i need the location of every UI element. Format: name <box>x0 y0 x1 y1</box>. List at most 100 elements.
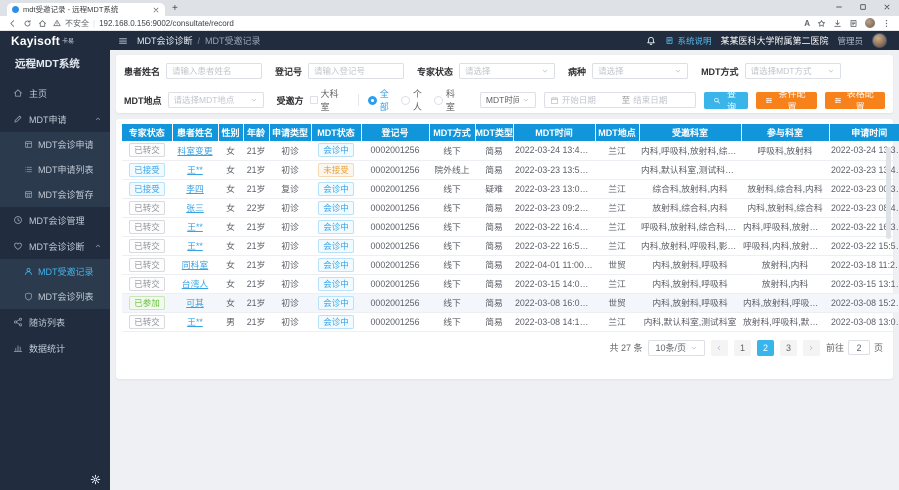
app-logo[interactable]: Kayisoft 卡易 <box>0 34 110 48</box>
sidebar-subitem-1-1[interactable]: MDT申请列表 <box>0 157 110 182</box>
page-size-select[interactable]: 10条/页 <box>648 340 705 356</box>
page-button-2[interactable]: 2 <box>757 340 774 356</box>
window-close-button[interactable] <box>875 0 899 14</box>
browser-tab[interactable]: mdt受邀记录 - 远程MDT系统 <box>7 3 165 16</box>
column-header: 受邀科室 <box>639 124 741 141</box>
tab-close-icon[interactable] <box>152 6 160 14</box>
goto-label: 前往 <box>826 341 844 354</box>
radio-dept[interactable]: 科室 <box>434 87 458 113</box>
reload-icon[interactable] <box>23 19 32 28</box>
sidebar-subitem-3-1[interactable]: MDT会诊列表 <box>0 284 110 309</box>
patient-name-link[interactable]: 王** <box>187 241 203 251</box>
expert-status-select[interactable]: 请选择 <box>459 63 555 79</box>
address-bar[interactable]: 不安全 | 192.168.0.156:9002/consultate/reco… <box>53 18 798 29</box>
sidebar-item-0[interactable]: 主页 <box>0 80 110 106</box>
system-help-label: 系统说明 <box>677 35 711 47</box>
chevron-down-icon <box>541 67 549 75</box>
settings-gear-icon[interactable] <box>90 474 101 485</box>
pagination: 共 27 条 10条/页 123 前往 页 <box>122 340 887 356</box>
patient-name-link[interactable]: 张三 <box>186 203 204 213</box>
table-row: 已转交王**女21岁初诊会诊中0002001256线下简易2022-03-22 … <box>122 236 899 255</box>
expert-status-label: 专家状态 <box>417 65 453 78</box>
sidebar-item-4[interactable]: 随访列表 <box>0 309 110 335</box>
chevron-down-icon <box>250 96 258 104</box>
sidebar-item-label: 随访列表 <box>29 316 65 329</box>
expert-status-tag: 已参加 <box>129 296 165 310</box>
tab-favicon-icon <box>12 6 19 13</box>
browser-profile-avatar[interactable] <box>865 18 875 28</box>
patient-name-link[interactable]: 王** <box>187 165 203 175</box>
mdt-mode-select[interactable]: 请选择MDT方式 <box>745 63 841 79</box>
insecure-warning-icon <box>53 19 61 27</box>
reading-list-icon[interactable] <box>849 19 858 28</box>
user-avatar[interactable] <box>872 33 887 48</box>
url-divider: | <box>93 19 95 28</box>
search-button[interactable]: 查询 <box>704 92 748 109</box>
goto-page-input[interactable] <box>848 340 870 355</box>
tab-title: mdt受邀记录 - 远程MDT系统 <box>23 4 148 15</box>
sliders-icon <box>765 96 773 105</box>
time-type-select[interactable]: MDT时间 <box>480 92 536 108</box>
page-button-1[interactable]: 1 <box>734 340 751 356</box>
total-count: 共 27 条 <box>609 341 642 354</box>
patient-name-link[interactable]: 台湾人 <box>182 279 208 289</box>
condition-config-button[interactable]: 条件配置 <box>756 92 816 109</box>
mdt-place-select[interactable]: 请选择MDT地点 <box>168 92 264 108</box>
page-button-3[interactable]: 3 <box>780 340 797 356</box>
patient-name-link[interactable]: 科室变更 <box>177 146 212 156</box>
download-icon[interactable] <box>833 19 842 28</box>
chevron-down-icon <box>522 96 530 104</box>
favorite-star-icon[interactable] <box>817 19 826 28</box>
column-header: 性别 <box>218 124 243 141</box>
radio-all[interactable]: 全部 <box>368 87 392 113</box>
next-page-button[interactable] <box>803 340 820 356</box>
url-text: 192.168.0.156:9002/consultate/record <box>99 19 234 28</box>
patient-name-link[interactable]: 可其 <box>186 298 204 308</box>
date-range-input[interactable]: 开始日期 至 结束日期 <box>544 92 696 108</box>
sidebar-item-label: MDT会诊诊断 <box>29 240 85 253</box>
patient-name-link[interactable]: 王** <box>187 222 203 232</box>
patient-name-link[interactable]: 王** <box>187 317 203 327</box>
prev-page-button[interactable] <box>711 340 728 356</box>
sidebar: 远程MDT系统 主页MDT申请MDT会诊申请MDT申请列表MDT会诊暂存MDT会… <box>0 50 110 490</box>
browser-tab-strip: mdt受邀记录 - 远程MDT系统 + <box>0 0 899 16</box>
text-zoom-icon[interactable]: A <box>804 19 810 28</box>
browser-home-icon[interactable] <box>38 19 47 28</box>
mdt-status-tag: 会诊中 <box>318 315 354 329</box>
mdt-status-tag: 会诊中 <box>318 277 354 291</box>
radio-personal[interactable]: 个人 <box>401 87 425 113</box>
sidebar-item-3[interactable]: MDT会诊诊断 <box>0 233 110 259</box>
browser-menu-icon[interactable] <box>882 19 891 28</box>
back-icon[interactable] <box>8 19 17 28</box>
window-maximize-button[interactable] <box>851 0 875 14</box>
sidebar-subitem-1-2[interactable]: MDT会诊暂存 <box>0 182 110 207</box>
table-row: 已转交科室变更女21岁初诊会诊中0002001256线下简易2022-03-24… <box>122 141 899 160</box>
big-dept-checkbox[interactable]: 大科室 <box>310 87 340 113</box>
sidebar-item-1[interactable]: MDT申请 <box>0 106 110 132</box>
table-config-button[interactable]: 表格配置 <box>825 92 885 109</box>
sidebar-collapse-icon[interactable] <box>118 36 128 46</box>
system-help-link[interactable]: 系统说明 <box>665 35 711 47</box>
sidebar-subitem-3-0[interactable]: MDT受邀记录 <box>0 259 110 284</box>
notifications-bell-icon[interactable] <box>646 36 656 46</box>
disease-select[interactable]: 请选择 <box>592 63 688 79</box>
system-title: 远程MDT系统 <box>0 50 110 80</box>
expert-status-tag: 已转交 <box>129 277 165 291</box>
patient-name-input[interactable]: 请输入患者姓名 <box>166 63 262 79</box>
chevron-down-icon <box>674 67 682 75</box>
search-icon <box>713 96 721 105</box>
table-scrollbar[interactable] <box>886 147 891 239</box>
sidebar-subitem-1-0[interactable]: MDT会诊申请 <box>0 132 110 157</box>
new-tab-button[interactable]: + <box>172 3 178 15</box>
patient-name-link[interactable]: 李四 <box>186 184 204 194</box>
chevron-icon <box>94 242 102 250</box>
mdt-status-tag: 会诊中 <box>318 220 354 234</box>
radio-icon <box>401 96 410 105</box>
reg-no-input[interactable]: 请输入登记号 <box>308 63 404 79</box>
clock-icon <box>13 215 23 225</box>
sidebar-item-2[interactable]: MDT会诊管理 <box>0 207 110 233</box>
sidebar-item-5[interactable]: 数据统计 <box>0 335 110 361</box>
patient-name-link[interactable]: 同科室 <box>182 260 208 270</box>
calendar-icon <box>550 96 559 105</box>
window-minimize-button[interactable] <box>827 0 851 14</box>
